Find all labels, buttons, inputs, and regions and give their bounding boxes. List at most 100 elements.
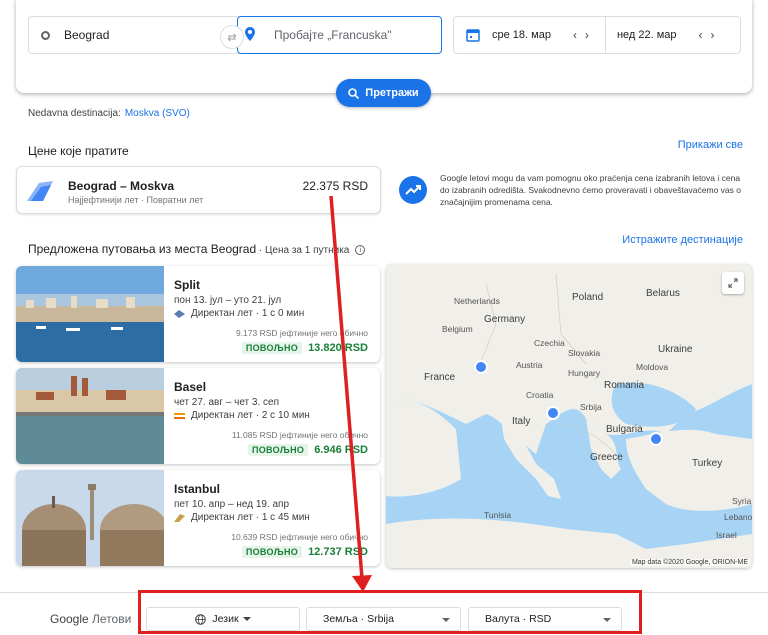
destination-name: Istanbul [174, 482, 221, 496]
tracked-prices-title: Цене које пратите [28, 144, 129, 158]
destination-card-istanbul[interactable]: Istanbul пет 10. апр – нед 19. апр Дирек… [16, 470, 380, 566]
map-marker-istanbul[interactable] [649, 432, 663, 446]
depart-date[interactable]: сре 18. мар [492, 29, 551, 41]
destination-flight: Директан лет · 1 с 0 мин [174, 308, 304, 319]
destination-placeholder: Пробајте „Francuska" [274, 28, 392, 42]
good-price-badge: ПОВОЉНО [241, 342, 303, 354]
brand-product: Летови [92, 612, 132, 626]
depart-date-stepper-icon[interactable]: ‹› [573, 28, 597, 42]
search-button[interactable]: Претражи [336, 79, 431, 107]
destination-dates: пет 10. апр – нед 19. апр [174, 499, 290, 510]
map-marker-basel[interactable] [474, 360, 488, 374]
destination-dates: чет 27. авг – чет 3. сеп [174, 397, 280, 408]
return-date[interactable]: нед 22. мар [617, 29, 677, 41]
istanbul-photo [16, 470, 164, 566]
map-label-belgium: Belgium [442, 324, 473, 334]
destination-flight: Директан лет · 2 с 10 мин [174, 410, 310, 421]
good-price-badge: ПОВОЉНО [247, 444, 309, 456]
map-label-bulgaria: Bulgaria [606, 424, 643, 435]
destination-card-split[interactable]: Split пон 13. јул – уто 21. јул Директан… [16, 266, 380, 362]
map-label-tunisia: Tunisia [484, 510, 512, 520]
basel-photo [16, 368, 164, 464]
recent-destination: Nedavna destinacija: Moskva (SVO) [28, 108, 190, 119]
cheaper-than-usual: 11.085 RSD јефтиније него обично [231, 430, 368, 440]
split-photo [16, 266, 164, 362]
cheaper-than-usual: 9.173 RSD јефтиније него обично [235, 328, 368, 338]
flight-info-text: Директан лет · 2 с 10 мин [191, 410, 310, 421]
map-label-slovakia: Slovakia [568, 348, 601, 358]
map-label-italy: Italy [512, 416, 531, 427]
destination-price: 13.820 RSD [308, 342, 368, 354]
map-label-lebanon: Lebanon [724, 512, 752, 522]
price-row: ПОВОЉНО 6.946 RSD [247, 444, 368, 456]
map-label-romania: Romania [604, 380, 645, 391]
price-trend-icon [399, 176, 427, 204]
show-all-link[interactable]: Прикажи све [678, 139, 743, 151]
map-label-moldova: Moldova [636, 362, 669, 372]
tracked-flight-card[interactable]: Beograd – Moskva Најјефтинији лет · Повр… [16, 166, 381, 214]
origin-value: Beograd [64, 28, 110, 42]
origin-field[interactable]: Beograd [28, 16, 250, 54]
destination-price: 12.737 RSD [308, 546, 368, 558]
price-row: ПОВОЉНО 13.820 RSD [241, 342, 368, 354]
map-label-belarus: Belarus [646, 288, 680, 299]
map-credit: Map data ©2020 Google, ORION-ME [629, 559, 750, 566]
tracked-route: Beograd – Moskva [68, 179, 175, 193]
tracked-price: 22.375 RSD [302, 179, 368, 193]
map-label-israel: Israel [716, 530, 737, 540]
recent-destination-link[interactable]: Moskva (SVO) [125, 108, 190, 119]
info-icon[interactable]: i [355, 244, 366, 255]
destination-dates: пон 13. јул – уто 21. јул [174, 295, 282, 306]
airline-icon [174, 412, 185, 419]
destination-card-basel[interactable]: Basel чет 27. авг – чет 3. сеп Директан … [16, 368, 380, 464]
destination-field[interactable]: Пробајте „Francuska" [237, 16, 442, 54]
footer-brand: Google Летови [50, 612, 131, 626]
map-label-france: France [424, 372, 456, 383]
map-label-ukraine: Ukraine [658, 344, 693, 355]
tracking-info-text: Google letovi mogu da vam pomognu oko pr… [440, 173, 741, 207]
calendar-icon [466, 29, 480, 42]
brand-google: Google [50, 612, 89, 626]
map-label-poland: Poland [572, 292, 604, 303]
cheaper-than-usual: 10.639 RSD јефтиније него обично [231, 532, 368, 542]
suggested-title-text: Предложена путовања из места Beograd [28, 242, 257, 256]
airline-icon [174, 513, 185, 522]
suggested-subtitle: · Цена за 1 путника [256, 245, 350, 256]
flight-info-text: Директан лет · 1 с 45 мин [191, 512, 310, 523]
explore-destinations-link[interactable]: Истражите дестинације [622, 234, 743, 246]
map-label-syria: Syria [732, 496, 752, 506]
destination-name: Basel [174, 380, 207, 394]
highlight-box [138, 590, 642, 634]
destination-price: 6.946 RSD [314, 444, 368, 456]
flight-info-text: Директан лет · 1 с 0 мин [191, 308, 305, 319]
swap-icon[interactable]: ⇄ [220, 25, 244, 49]
map-label-austria: Austria [516, 360, 543, 370]
destination-flight: Директан лет · 1 с 45 мин [174, 512, 310, 523]
map-marker-split[interactable] [546, 406, 560, 420]
map-label-czechia: Czechia [534, 338, 565, 348]
map-label-greece: Greece [590, 452, 623, 463]
destination-name: Split [174, 278, 200, 292]
suggested-trips-title: Предложена путовања из места Beograd · Ц… [28, 242, 366, 256]
origin-circle-icon [41, 30, 50, 40]
europe-map-land [386, 264, 752, 568]
dates-field[interactable]: сре 18. мар ‹› нед 22. мар ‹› [453, 16, 741, 54]
map-label-croatia: Croatia [526, 390, 554, 400]
search-icon [348, 87, 360, 99]
map-label-germany: Germany [484, 314, 526, 325]
map-label-hungary: Hungary [568, 368, 601, 378]
good-price-badge: ПОВОЉНО [241, 546, 303, 558]
search-button-label: Претражи [365, 87, 419, 99]
location-pin-icon [245, 27, 255, 41]
tracked-route-sub: Најјефтинији лет · Повратни лет [68, 195, 204, 205]
map-label-netherlands: Netherlands [454, 296, 500, 306]
expand-map-icon[interactable] [722, 272, 744, 294]
map-label-srbija: Srbija [580, 402, 602, 412]
map-label-turkey: Turkey [692, 458, 723, 469]
airplane-tail-icon [27, 181, 53, 201]
croatia-airlines-icon [174, 309, 185, 318]
return-date-stepper-icon[interactable]: ‹› [699, 28, 723, 42]
destinations-map[interactable]: Netherlands Poland Belarus Germany Belgi… [386, 264, 752, 568]
date-divider [605, 17, 606, 53]
price-row: ПОВОЉНО 12.737 RSD [241, 546, 368, 558]
